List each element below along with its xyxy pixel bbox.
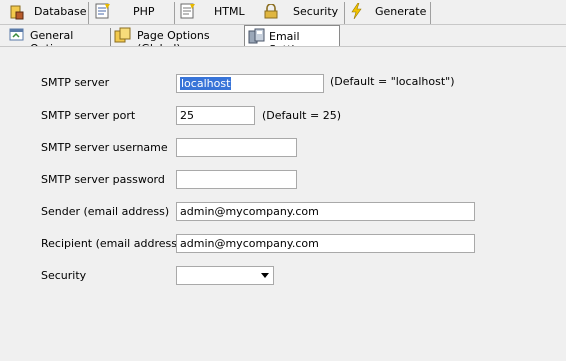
php-icon: [95, 3, 110, 19]
security-label: Security: [41, 269, 87, 282]
tab-html-label: HTML: [214, 5, 245, 18]
email-settings-panel: SMTP server localhost (Default = "localh…: [0, 46, 566, 361]
subtab-page-options[interactable]: Page Options (Global): [112, 25, 244, 55]
smtp-server-hint: (Default = "localhost"): [330, 75, 455, 88]
options-tab-bar: General Options Page Options (Global) Em…: [0, 24, 566, 56]
tab-html[interactable]: HTML: [176, 0, 256, 24]
subtab-divider: [110, 28, 111, 46]
tab-divider: [430, 2, 431, 24]
tab-generate[interactable]: Generate: [346, 0, 430, 24]
sender-input[interactable]: admin@mycompany.com: [176, 202, 475, 221]
main-tab-bar: Database PHP HTML Security Generate: [0, 0, 566, 24]
smtp-port-input[interactable]: 25: [176, 106, 255, 125]
smtp-port-hint: (Default = 25): [262, 109, 341, 122]
tab-divider: [344, 2, 345, 24]
tab-database[interactable]: Database: [8, 0, 88, 24]
chevron-down-icon[interactable]: [257, 267, 273, 284]
subtab-general-options[interactable]: General Options: [6, 25, 110, 55]
tab-divider: [174, 2, 175, 24]
smtp-username-label: SMTP server username: [41, 141, 168, 154]
security-select[interactable]: [176, 266, 274, 285]
email-settings-icon: [248, 28, 265, 44]
database-icon: [10, 5, 24, 20]
page-options-icon: [114, 27, 131, 43]
tab-php-label: PHP: [133, 5, 155, 18]
smtp-port-value: 25: [180, 109, 194, 122]
general-options-icon: [9, 28, 24, 41]
recipient-label: Recipient (email address): [41, 237, 182, 250]
tab-divider: [88, 2, 89, 24]
subtab-email-settings[interactable]: Email Settings: [244, 25, 340, 56]
smtp-server-label: SMTP server: [41, 76, 110, 89]
sender-value: admin@mycompany.com: [180, 205, 319, 218]
recipient-input[interactable]: admin@mycompany.com: [176, 234, 475, 253]
html-icon: [180, 3, 195, 19]
smtp-port-label: SMTP server port: [41, 109, 136, 122]
tab-database-label: Database: [34, 5, 87, 18]
lightning-icon: [351, 3, 362, 19]
recipient-value: admin@mycompany.com: [180, 237, 319, 250]
smtp-username-input[interactable]: [176, 138, 297, 157]
sender-label: Sender (email address): [41, 205, 170, 218]
smtp-password-input[interactable]: [176, 170, 297, 189]
tab-security-label: Security: [293, 5, 339, 18]
lock-icon: [264, 4, 278, 19]
tab-security[interactable]: Security: [262, 0, 344, 24]
tab-generate-label: Generate: [375, 5, 427, 18]
tab-php[interactable]: PHP: [92, 0, 172, 24]
smtp-password-label: SMTP server password: [41, 173, 165, 186]
smtp-server-input[interactable]: localhost: [176, 74, 324, 93]
smtp-server-value: localhost: [180, 77, 232, 90]
security-value: [177, 269, 180, 282]
